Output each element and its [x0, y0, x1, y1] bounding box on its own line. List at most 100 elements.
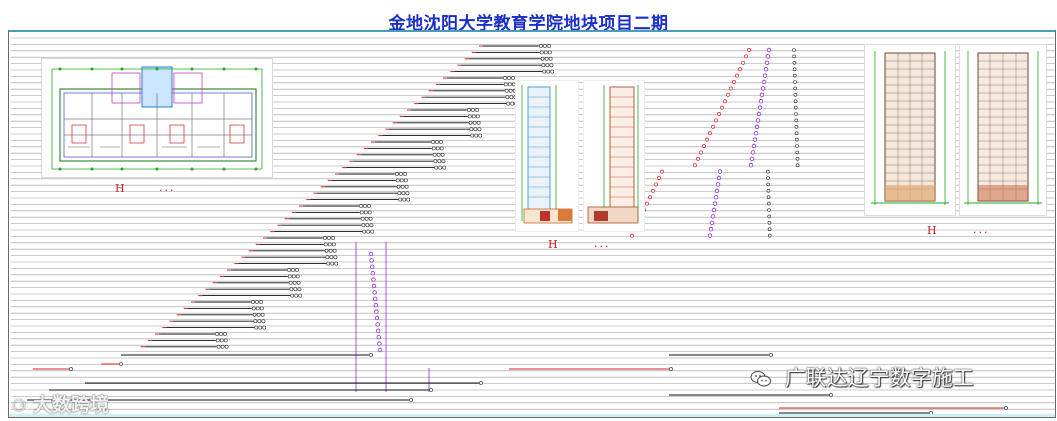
event-node-purple — [750, 150, 756, 155]
event-node — [630, 233, 634, 238]
event-node-end — [767, 221, 772, 225]
event-node-purple — [748, 162, 754, 168]
milestone-node — [260, 312, 265, 317]
critical-node — [375, 322, 380, 327]
event-node-purple — [717, 169, 723, 174]
event-node-purple — [752, 137, 758, 142]
summary-node — [829, 393, 833, 397]
milestone-node — [361, 223, 366, 228]
milestone-node — [331, 242, 336, 247]
milestone-node — [330, 261, 335, 266]
event-node-end — [795, 157, 800, 161]
event-node-end — [767, 214, 772, 219]
event-node-purple — [764, 60, 770, 65]
tower-section-thumbnail-left — [515, 80, 579, 232]
event-node-purple — [716, 175, 722, 181]
milestone-node — [333, 255, 338, 260]
event-node-end — [767, 208, 771, 212]
milestone-node — [251, 300, 255, 304]
event-node-purple — [709, 220, 715, 225]
event-node — [693, 163, 697, 168]
event-node — [726, 92, 730, 97]
event-node-purple — [711, 207, 717, 213]
milestone-node — [539, 44, 543, 48]
milestone-node — [256, 312, 261, 317]
event-node — [645, 201, 649, 206]
milestone-node — [549, 63, 554, 68]
event-node-end — [793, 92, 798, 97]
critical-node — [377, 341, 382, 346]
milestone-node — [469, 127, 474, 132]
milestone-node — [398, 197, 403, 202]
event-node-end — [794, 118, 799, 123]
event-node — [741, 60, 745, 65]
milestone-node — [262, 325, 267, 330]
milestone-node — [509, 95, 514, 100]
milestone-node — [431, 140, 435, 144]
summary-node — [69, 367, 73, 371]
event-node-end — [793, 105, 798, 110]
event-node-end — [766, 182, 771, 187]
event-node-end — [793, 80, 797, 84]
event-node-purple — [751, 143, 757, 149]
milestone-node — [364, 216, 369, 221]
milestone-node — [258, 325, 263, 330]
event-node-purple — [707, 233, 713, 238]
milestone-node — [359, 204, 363, 208]
milestone-node — [329, 255, 334, 260]
milestone-node — [507, 76, 511, 80]
milestone-node — [503, 76, 507, 80]
event-node — [729, 86, 733, 91]
milestone-node — [467, 114, 472, 119]
event-node — [654, 182, 658, 187]
watermark-left-text: 大数跨境 — [32, 394, 109, 416]
milestone-node — [467, 108, 471, 112]
milestone-node — [434, 165, 439, 170]
drawing-sheet: H ... H ... H ... — [8, 30, 1056, 418]
milestone-node — [219, 338, 224, 343]
milestone-node — [215, 338, 220, 343]
event-node — [717, 112, 721, 116]
summary-node — [769, 353, 773, 357]
milestone-node — [298, 293, 303, 298]
event-node-end — [793, 99, 798, 103]
milestone-node — [287, 274, 292, 279]
plan-dots: ... — [159, 181, 176, 194]
milestone-node — [332, 248, 337, 253]
milestone-node — [261, 319, 266, 324]
milestone-node — [362, 229, 367, 234]
milestone-node — [253, 319, 258, 324]
event-node — [723, 99, 727, 104]
summary-node — [369, 353, 373, 357]
event-node — [705, 137, 709, 142]
milestone-node — [369, 223, 374, 228]
milestone-node — [435, 140, 439, 144]
milestone-node — [293, 287, 298, 292]
event-node-purple — [763, 67, 769, 72]
milestone-node — [544, 56, 549, 61]
event-node-end — [766, 189, 771, 193]
milestone-node — [442, 165, 447, 170]
milestone-node — [399, 172, 403, 176]
milestone-node — [506, 101, 511, 106]
floor-plan-thumbnail — [41, 58, 273, 178]
milestone-node — [363, 210, 368, 215]
milestone-node — [363, 204, 367, 208]
milestone-node — [474, 133, 479, 138]
event-node-end — [795, 144, 799, 148]
event-node — [651, 188, 655, 193]
milestone-node — [470, 133, 475, 138]
milestone-node — [406, 197, 411, 202]
tower-mark: H — [548, 238, 558, 251]
milestone-node — [437, 159, 442, 164]
milestone-node — [476, 120, 481, 125]
milestone-node — [539, 50, 544, 55]
milestone-node — [255, 306, 260, 311]
milestone-node — [405, 191, 410, 196]
milestone-node — [545, 63, 550, 68]
critical-node — [369, 258, 374, 263]
milestone-node — [295, 268, 299, 272]
event-node — [708, 131, 712, 136]
event-node-end — [792, 73, 797, 78]
event-node-purple — [760, 86, 766, 91]
